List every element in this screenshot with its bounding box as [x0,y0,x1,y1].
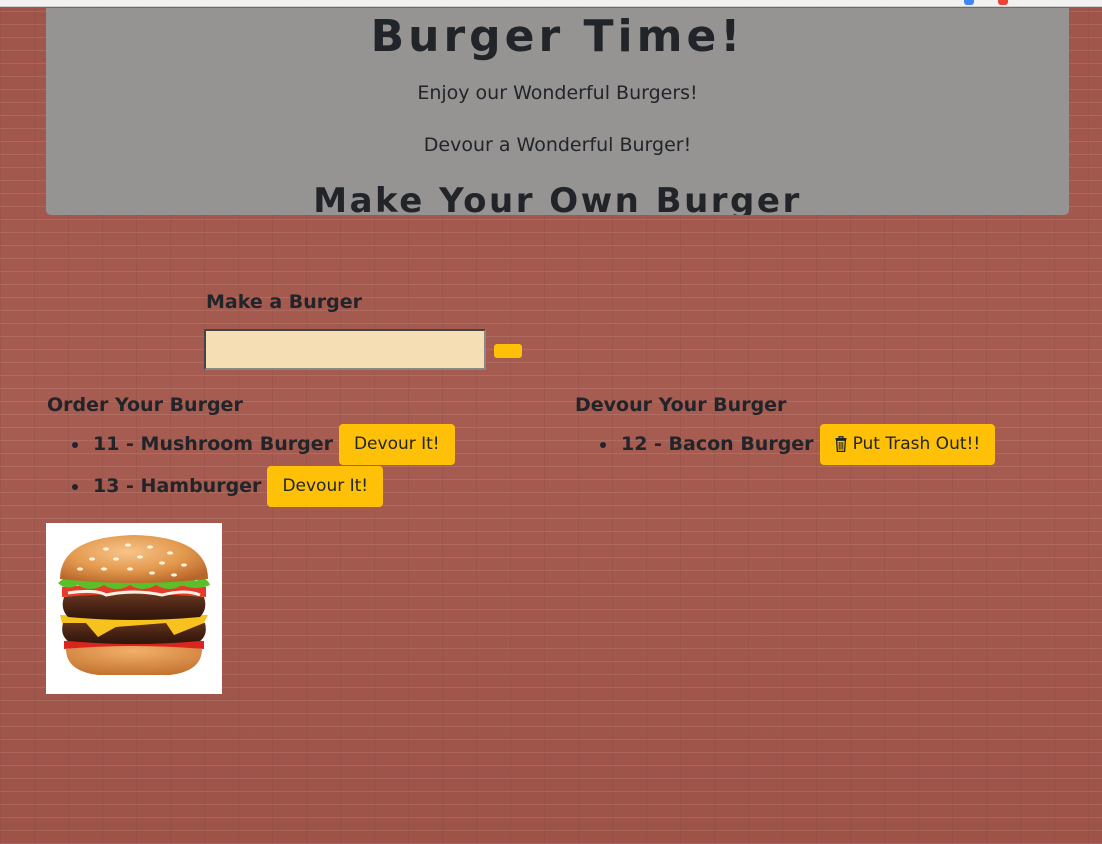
burger-illustration [58,535,210,675]
order-list-item: 11 - Mushroom Burger Devour It! [72,423,455,465]
list-bullet [600,442,606,448]
tagline-devour: Devour a Wonderful Burger! [423,134,692,156]
page-title: Burger Time! [370,11,745,62]
devour-it-button[interactable]: Devour It! [338,423,455,465]
list-bullet [72,484,78,490]
order-column-title: Order Your Burger [47,394,243,416]
devour-it-button[interactable]: Devour It! [267,465,384,507]
browser-top-strip [0,0,1102,7]
devour-column-title: Devour Your Burger [575,394,787,416]
browser-ext-icon-red [998,0,1008,5]
burger-name: 13 - Hamburger [93,475,262,497]
burger-image [46,523,222,694]
put-trash-out-label: Put Trash Out!! [852,434,981,454]
submit-burger-button[interactable] [494,344,522,358]
tagline-enjoy: Enjoy our Wonderful Burgers! [417,82,698,104]
put-trash-out-button[interactable]: Put Trash Out!! [819,423,996,465]
header-jumbotron: Burger Time! Enjoy our Wonderful Burgers… [46,8,1069,215]
browser-ext-icon-blue [964,0,974,5]
devoured-list-item: 12 - Bacon Burger Put Trash Out!! [600,423,996,465]
section-heading-make-burger: Make Your Own Burger [313,181,802,215]
order-list-item: 13 - Hamburger Devour It! [72,465,384,507]
list-bullet [72,442,78,448]
burger-name: 11 - Mushroom Burger [93,433,333,455]
trash-icon [835,436,847,452]
burger-name: 12 - Bacon Burger [621,433,814,455]
burger-name-input[interactable] [204,329,486,370]
burger-name-label: Make a Burger [206,291,363,313]
